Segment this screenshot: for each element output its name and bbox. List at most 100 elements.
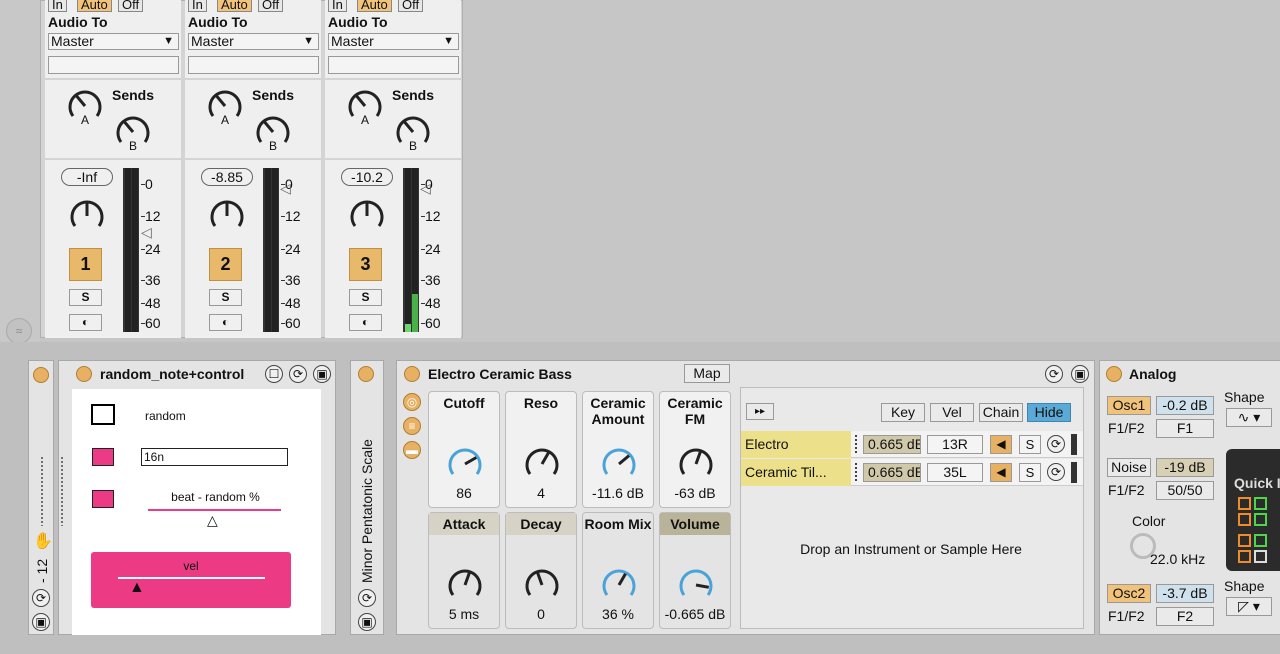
arm-button[interactable]: ◐ (349, 314, 382, 331)
show-chains-icon[interactable]: ≡ (403, 417, 421, 435)
show-devices-icon[interactable]: ▬ (403, 441, 421, 459)
save-preset-icon[interactable]: ▣ (1071, 365, 1089, 383)
track-activator-button[interactable]: 3 (349, 248, 382, 281)
grip-handle[interactable] (854, 462, 858, 482)
pan-knob[interactable] (207, 196, 247, 239)
knob-dial[interactable] (445, 444, 485, 487)
hot-swap-icon[interactable]: ⟳ (289, 365, 307, 383)
macro-knob[interactable]: Volume -0.665 dB (659, 512, 731, 629)
rate-field[interactable]: 16n (141, 448, 288, 466)
auto-select-icon[interactable]: ▸▸ (746, 403, 774, 420)
arm-button[interactable]: ◐ (69, 314, 102, 331)
macro-knob[interactable]: Ceramic FM -63 dB (659, 391, 731, 508)
hide-button[interactable]: Hide (1027, 403, 1071, 422)
pan-knob[interactable] (67, 196, 107, 239)
map-button[interactable]: Map (684, 364, 730, 383)
chain-solo-button[interactable]: S (1019, 463, 1041, 482)
monitor-auto-button[interactable]: Auto (217, 0, 252, 12)
noise-level[interactable]: -19 dB (1156, 458, 1214, 477)
key-button[interactable]: Key (881, 403, 925, 422)
device-power-button[interactable] (33, 367, 49, 383)
pan-knob[interactable] (347, 196, 387, 239)
show-macros-icon[interactable]: ◎ (403, 393, 421, 411)
volume-display[interactable]: -8.85 (201, 168, 253, 186)
monitor-in-button[interactable]: In (188, 0, 207, 12)
hot-swap-icon[interactable]: ⟳ (32, 589, 50, 607)
chain-name[interactable]: Ceramic Til... (741, 459, 851, 486)
chain-row[interactable]: Electro 0.665 dB 13R ◀ S ⟳ (741, 431, 1083, 458)
monitor-in-button[interactable]: In (328, 0, 347, 12)
monitor-off-button[interactable]: Off (398, 0, 424, 12)
fader-handle[interactable]: ◁ (141, 224, 152, 241)
macro-knob[interactable]: Room Mix 36 % (582, 512, 654, 629)
solo-button[interactable]: S (349, 289, 382, 306)
save-preset-icon[interactable]: ▣ (313, 365, 331, 383)
solo-button[interactable]: S (209, 289, 242, 306)
speaker-icon[interactable]: ◀ (990, 435, 1012, 454)
audio-to-select[interactable]: Master ▼ (48, 33, 179, 50)
chain-volume[interactable]: 0.665 dB (863, 463, 921, 482)
device-power-button[interactable] (76, 366, 92, 382)
monitor-off-button[interactable]: Off (258, 0, 284, 12)
osc2-level[interactable]: -3.7 dB (1156, 584, 1214, 603)
device-power-button[interactable] (358, 366, 374, 382)
osc1-route[interactable]: F1 (1156, 419, 1214, 438)
noise-route[interactable]: 50/50 (1156, 481, 1214, 500)
macro-knob[interactable]: Decay 0 (505, 512, 577, 629)
knob-dial[interactable] (522, 444, 562, 487)
osc2-shape-select[interactable]: ◸ ▾ (1226, 597, 1272, 616)
mixer-toggle-icon[interactable]: ≈ (6, 318, 32, 344)
knob-dial[interactable] (522, 565, 562, 608)
osc2-route[interactable]: F2 (1156, 607, 1214, 626)
hot-swap-icon[interactable]: ⟳ (358, 589, 376, 607)
device-power-button[interactable] (404, 366, 420, 382)
quick-routing-panel[interactable]: Quick I (1226, 449, 1280, 571)
beat-slider-handle[interactable]: △ (207, 512, 218, 529)
device-power-button[interactable] (1106, 366, 1122, 382)
save-preset-icon[interactable]: ▣ (358, 613, 376, 631)
monitor-off-button[interactable]: Off (118, 0, 144, 12)
osc1-toggle[interactable]: Osc1 (1107, 396, 1151, 415)
macro-knob[interactable]: Cutoff 86 (428, 391, 500, 508)
beat-slider[interactable] (148, 509, 281, 511)
solo-button[interactable]: S (69, 289, 102, 306)
channel-name-field[interactable] (48, 56, 179, 74)
grip-handle[interactable] (854, 434, 858, 454)
knob-dial[interactable] (445, 565, 485, 608)
grip-handle[interactable] (60, 456, 64, 526)
knob-dial[interactable] (676, 565, 716, 608)
save-preset-icon[interactable]: ▣ (32, 613, 50, 631)
osc2-toggle[interactable]: Osc2 (1107, 584, 1151, 603)
channel-name-field[interactable] (328, 56, 459, 74)
audio-to-select[interactable]: Master ▼ (188, 33, 319, 50)
presets-icon[interactable]: ☐ (265, 365, 283, 383)
audio-to-select[interactable]: Master ▼ (328, 33, 459, 50)
osc1-level[interactable]: -0.2 dB (1156, 396, 1214, 415)
hot-swap-icon[interactable]: ⟳ (1047, 435, 1065, 453)
random-toggle[interactable] (91, 404, 115, 425)
volume-display[interactable]: -Inf (61, 168, 113, 186)
monitor-auto-button[interactable]: Auto (357, 0, 392, 12)
vel-button[interactable]: Vel (930, 403, 974, 422)
volume-display[interactable]: -10.2 (341, 168, 393, 186)
chain-button[interactable]: Chain (979, 403, 1023, 422)
macro-knob[interactable]: Reso 4 (505, 391, 577, 508)
noise-toggle[interactable]: Noise (1107, 458, 1151, 477)
knob-dial[interactable] (599, 565, 639, 608)
osc1-shape-select[interactable]: ∿ ▾ (1226, 408, 1272, 427)
monitor-auto-button[interactable]: Auto (77, 0, 112, 12)
chain-name[interactable]: Electro (741, 431, 851, 458)
knob-dial[interactable] (599, 444, 639, 487)
drop-zone[interactable]: Drop an Instrument or Sample Here (781, 538, 1041, 560)
chain-row[interactable]: Ceramic Til... 0.665 dB 35L ◀ S ⟳ (741, 459, 1083, 486)
knob-dial[interactable] (676, 444, 716, 487)
chain-pan[interactable]: 13R (927, 435, 983, 454)
beat-toggle[interactable] (92, 490, 114, 508)
fader-handle[interactable]: ◁ (420, 180, 431, 197)
grip-handle[interactable] (40, 456, 44, 526)
rate-toggle[interactable] (92, 448, 114, 466)
chain-pan[interactable]: 35L (927, 463, 983, 482)
chain-volume[interactable]: 0.665 dB (863, 435, 921, 454)
macro-knob[interactable]: Ceramic Amount -11.6 dB (582, 391, 654, 508)
track-activator-button[interactable]: 1 (69, 248, 102, 281)
